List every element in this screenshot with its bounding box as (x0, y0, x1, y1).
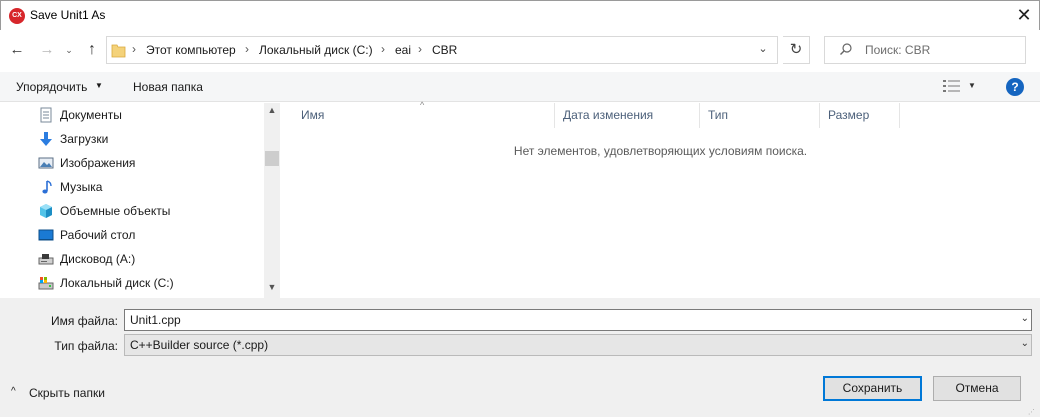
downloads-icon (40, 132, 52, 146)
view-caret-icon[interactable]: ▼ (968, 81, 976, 90)
back-icon[interactable]: ← (7, 40, 27, 60)
filename-label: Имя файла: (51, 314, 118, 328)
resize-grip-icon[interactable]: ⋰ (1028, 408, 1038, 416)
help-icon[interactable]: ? (1006, 78, 1024, 96)
sidebar-item-floppy-drive[interactable]: Дисковод (A:) (38, 248, 264, 270)
filetype-select[interactable]: C++Builder source (*.cpp) ⌄ (124, 334, 1032, 356)
navigation-pane: Документы Загрузки Изображения Музыка Об… (0, 103, 280, 298)
save-form-area: Имя файла: Unit1.cpp ⌄ Тип файла: C++Bui… (0, 298, 1040, 417)
view-options-icon[interactable] (943, 79, 961, 93)
breadcrumb-separator: › (132, 42, 136, 56)
desktop-icon (38, 229, 54, 241)
documents-icon (40, 107, 52, 123)
filetype-dropdown-chevron-icon[interactable]: ⌄ (1021, 338, 1029, 349)
recent-locations-chevron-icon[interactable]: ⌄ (62, 40, 76, 60)
new-folder-button[interactable]: Новая папка (133, 80, 203, 94)
up-folder-icon[interactable]: ↑ (82, 40, 102, 60)
breadcrumb-separator[interactable]: › (418, 42, 422, 56)
save-button[interactable]: Сохранить (823, 376, 922, 401)
search-input[interactable]: Поиск: CBR (824, 36, 1026, 64)
sidebar-item-pictures[interactable]: Изображения (38, 152, 264, 174)
scroll-down-icon[interactable]: ▼ (264, 282, 280, 296)
navigation-scrollbar[interactable]: ▲ ▼ (264, 103, 280, 298)
title-bar: CX Save Unit1 As ✕ (0, 0, 1040, 30)
local-disk-icon (38, 277, 54, 290)
address-dropdown-chevron-icon[interactable]: ⌄ (753, 42, 773, 55)
filename-value: Unit1.cpp (130, 313, 181, 327)
scroll-up-icon[interactable]: ▲ (264, 105, 280, 119)
breadcrumb-item-this-pc[interactable]: Этот компьютер (146, 43, 236, 57)
filetype-value: C++Builder source (*.cpp) (130, 338, 269, 352)
sidebar-item-label: Изображения (60, 156, 136, 170)
sidebar-item-desktop[interactable]: Рабочий стол (38, 224, 264, 246)
file-list: Имя ^ Дата изменения Тип Размер Нет элем… (281, 100, 1040, 298)
close-button[interactable]: ✕ (1011, 4, 1037, 28)
search-placeholder: Поиск: CBR (865, 43, 931, 57)
sort-ascending-icon: ^ (420, 100, 425, 110)
filename-input[interactable]: Unit1.cpp ⌄ (124, 309, 1032, 331)
organize-caret-icon[interactable]: ▼ (95, 81, 103, 90)
sidebar-item-label: Объемные объекты (60, 204, 171, 218)
floppy-drive-icon (38, 254, 54, 265)
command-bar: Упорядочить ▼ Новая папка ▼ ? (0, 72, 1040, 102)
pictures-icon (38, 157, 54, 169)
breadcrumb-item-local-disk[interactable]: Локальный диск (C:) (259, 43, 373, 57)
breadcrumb-item-cbr[interactable]: CBR (432, 43, 457, 57)
sidebar-item-label: Локальный диск (C:) (60, 276, 174, 290)
forward-icon[interactable]: → (37, 40, 57, 60)
window-title: Save Unit1 As (30, 8, 106, 22)
app-icon: CX (9, 8, 25, 24)
sidebar-item-label: Документы (60, 108, 122, 122)
sidebar-item-downloads[interactable]: Загрузки (38, 128, 264, 150)
sidebar-item-label: Загрузки (60, 132, 109, 146)
hide-folders-label: Скрыть папки (29, 386, 105, 400)
refresh-icon[interactable]: ↻ (783, 36, 810, 64)
3d-objects-icon (40, 204, 52, 218)
breadcrumb-separator[interactable]: › (381, 42, 385, 56)
filetype-label: Тип файла: (54, 339, 118, 353)
column-header-size[interactable]: Размер (820, 103, 900, 128)
sidebar-item-local-disk[interactable]: Локальный диск (C:) (38, 272, 264, 294)
address-bar[interactable]: › Этот компьютер › Локальный диск (C:) ›… (106, 36, 778, 64)
sidebar-item-music[interactable]: Музыка (38, 176, 264, 198)
breadcrumb-item-eai[interactable]: eai (395, 43, 411, 57)
music-icon (42, 180, 52, 194)
chevron-up-icon: ^ (11, 386, 16, 397)
breadcrumb-separator[interactable]: › (245, 42, 249, 56)
sidebar-item-label: Рабочий стол (60, 228, 136, 242)
empty-folder-message: Нет элементов, удовлетворяющих условиям … (513, 144, 808, 158)
scroll-thumb[interactable] (265, 151, 279, 166)
sidebar-item-documents[interactable]: Документы (38, 104, 264, 126)
organize-button[interactable]: Упорядочить (16, 80, 87, 94)
sidebar-item-label: Музыка (60, 180, 103, 194)
sidebar-item-3d-objects[interactable]: Объемные объекты (38, 200, 264, 222)
cancel-button[interactable]: Отмена (933, 376, 1021, 401)
filename-dropdown-chevron-icon[interactable]: ⌄ (1021, 313, 1029, 324)
column-header-type[interactable]: Тип (700, 103, 820, 128)
search-icon (840, 43, 852, 55)
sidebar-item-label: Дисковод (A:) (60, 252, 136, 266)
column-header-date-modified[interactable]: Дата изменения (555, 103, 700, 128)
folder-icon (111, 44, 126, 58)
